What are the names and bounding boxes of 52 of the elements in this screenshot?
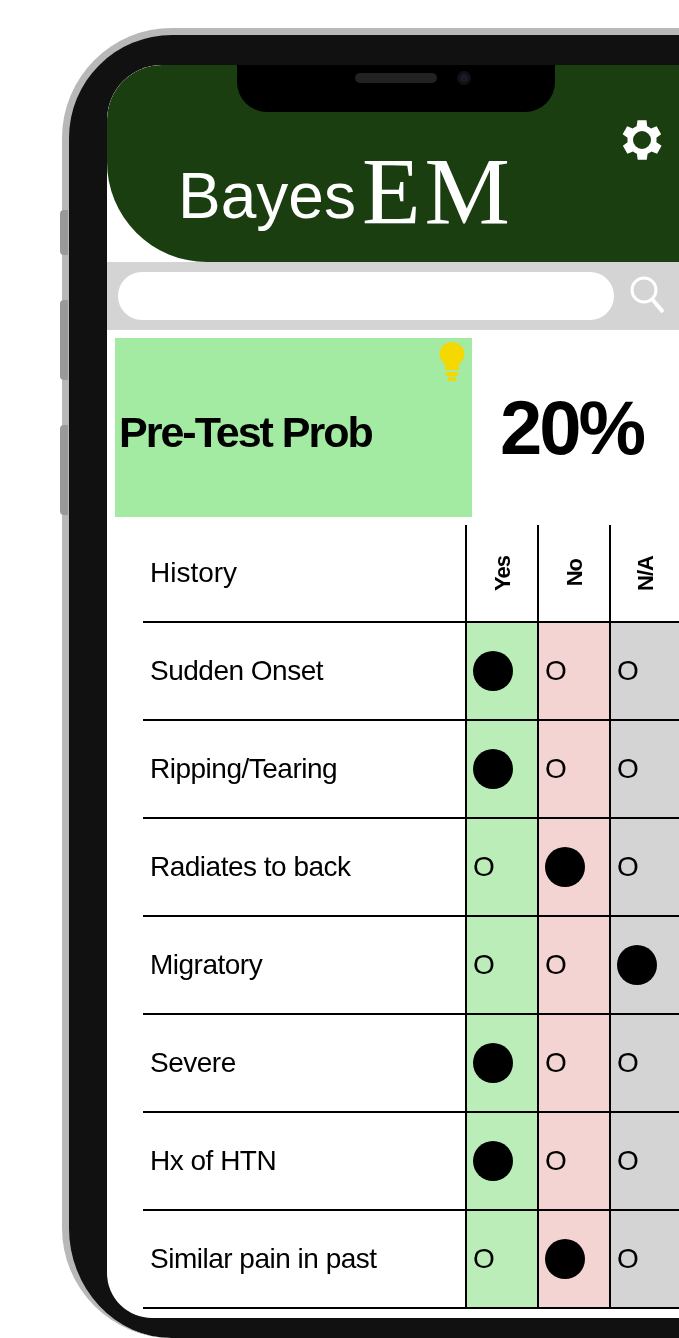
option-mark: O [617, 755, 639, 783]
option-cell[interactable]: O [609, 819, 679, 915]
pretest-label: Pre-Test Prob [119, 407, 372, 459]
option-mark: O [545, 657, 567, 685]
option-mark: O [617, 853, 639, 881]
option-mark: O [473, 1245, 495, 1273]
option-mark: O [473, 951, 495, 979]
option-cell[interactable]: O [609, 1015, 679, 1111]
column-heading: N/A [631, 555, 659, 591]
column-heading: Yes [488, 555, 516, 591]
option-cell[interactable]: O [537, 1015, 609, 1111]
option-cell[interactable] [537, 1211, 609, 1307]
option-cell[interactable] [465, 623, 537, 719]
row-label: Radiates to back [150, 850, 351, 884]
row-label: Hx of HTN [150, 1144, 277, 1178]
option-cell[interactable] [609, 917, 679, 1013]
option-cell[interactable]: O [465, 819, 537, 915]
app-title-initials: EM [361, 144, 514, 240]
row-label: Migratory [150, 948, 263, 982]
option-mark: O [473, 853, 495, 881]
option-cell[interactable]: O [609, 1211, 679, 1307]
column-heading: No [560, 559, 588, 587]
option-mark: O [617, 1049, 639, 1077]
option-mark: O [617, 1147, 639, 1175]
option-cell[interactable] [465, 1113, 537, 1209]
option-cell[interactable]: O [609, 623, 679, 719]
option-mark: O [545, 1147, 567, 1175]
option-cell[interactable]: O [609, 721, 679, 817]
search-field[interactable] [118, 272, 614, 320]
option-mark: O [617, 1245, 639, 1273]
row-label: Ripping/Tearing [150, 752, 338, 786]
option-cell[interactable] [465, 721, 537, 817]
column-heading: History [150, 556, 238, 590]
option-cell[interactable]: O [609, 1113, 679, 1209]
option-mark: O [617, 657, 639, 685]
row-label: Sudden Onset [150, 654, 324, 688]
option-mark: O [545, 951, 567, 979]
pretest-value: 20% [500, 389, 644, 466]
option-mark: O [545, 1049, 567, 1077]
option-cell[interactable]: O [537, 623, 609, 719]
option-cell[interactable]: O [537, 721, 609, 817]
option-cell[interactable]: O [465, 917, 537, 1013]
row-label: Severe [150, 1046, 236, 1080]
row-label: Similar pain in past [150, 1242, 377, 1276]
option-mark: O [545, 755, 567, 783]
option-cell[interactable] [537, 819, 609, 915]
option-cell[interactable]: O [537, 1113, 609, 1209]
lightbulb-icon [438, 340, 466, 382]
option-cell[interactable]: O [465, 1211, 537, 1307]
option-cell[interactable] [465, 1015, 537, 1111]
camera-icon [457, 71, 471, 85]
option-cell[interactable]: O [537, 917, 609, 1013]
